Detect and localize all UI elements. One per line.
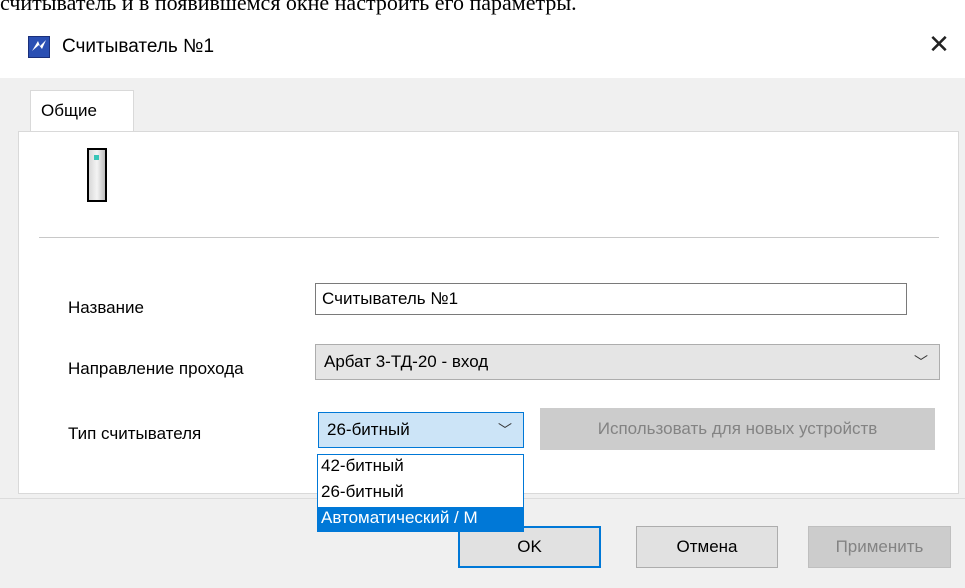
reader-type-value: 26-битный	[327, 420, 410, 439]
reader-type-dropdown: 42-битный 26-битный Автоматический / М	[317, 454, 524, 532]
name-label: Название	[68, 298, 144, 317]
direction-value: Арбат 3-ТД-20 - вход	[324, 352, 489, 371]
window-title: Считыватель №1	[62, 36, 215, 57]
dropdown-option-42bit[interactable]: 42-битный	[318, 455, 523, 477]
cancel-button[interactable]: Отмена	[636, 526, 778, 568]
title-bar: Считыватель №1 ✕	[0, 16, 965, 78]
chevron-down-icon: ﹀	[914, 354, 928, 370]
dialog-body: Общие Название Считыватель №1 Направлени…	[0, 78, 965, 588]
direction-select[interactable]: Арбат 3-ТД-20 - вход ﹀	[315, 344, 940, 380]
reader-type-select[interactable]: 26-битный ﹀	[318, 412, 524, 448]
apply-button[interactable]: Применить	[808, 526, 951, 568]
dropdown-option-automatic[interactable]: Автоматический / М	[318, 507, 523, 531]
separator	[39, 237, 939, 238]
reader-led	[94, 155, 99, 160]
chevron-down-icon: ﹀	[498, 422, 512, 438]
close-icon[interactable]: ✕	[924, 30, 954, 60]
name-field[interactable]: Считыватель №1	[315, 283, 907, 315]
use-for-new-devices-button[interactable]: Использовать для новых устройств	[540, 408, 935, 450]
app-logo-icon	[28, 36, 50, 58]
page-caption: считыватель и в появившемся окне настрои…	[0, 0, 577, 15]
tab-general[interactable]: Общие	[30, 90, 134, 132]
ok-button[interactable]: OK	[458, 526, 601, 568]
direction-label: Направление прохода	[68, 359, 244, 378]
dropdown-option-26bit[interactable]: 26-битный	[318, 481, 523, 503]
card-reader-icon	[87, 148, 107, 202]
reader-type-label: Тип считывателя	[68, 424, 202, 443]
